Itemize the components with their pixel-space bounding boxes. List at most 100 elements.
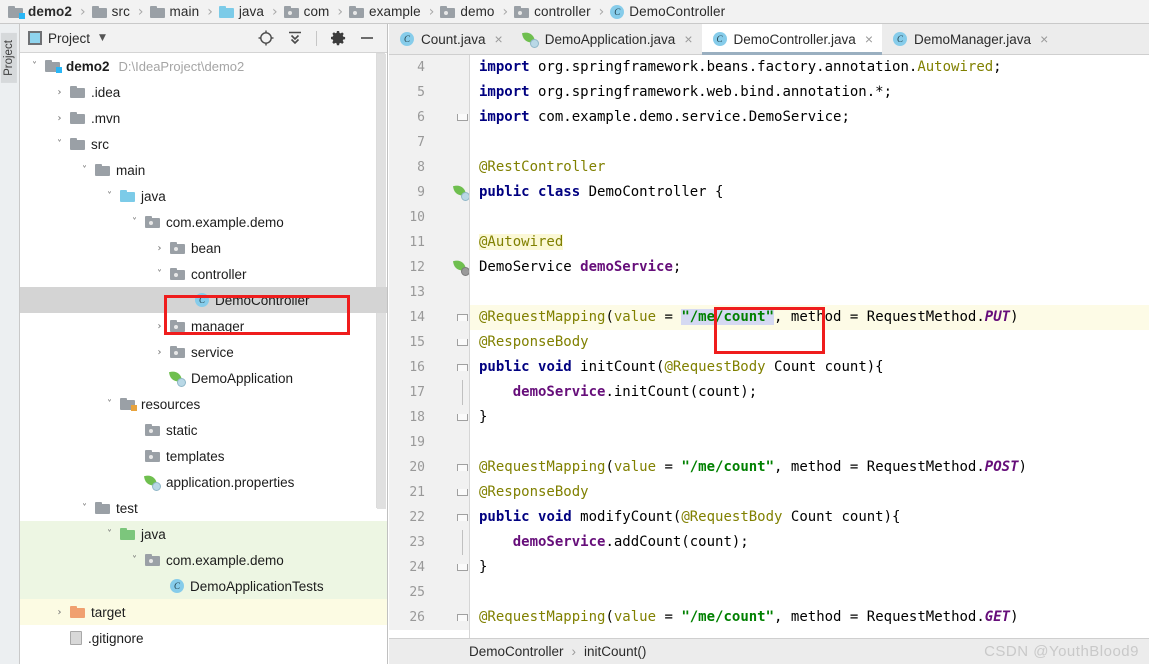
tree-item-resources[interactable]: ˅ resources	[20, 391, 387, 417]
chevron-down-icon[interactable]: ˅	[78, 503, 91, 514]
breadcrumb-item-main[interactable]: main	[149, 0, 200, 24]
code-line: 19	[389, 430, 1149, 455]
tree-item-com-example-demo[interactable]: ˅ com.example.demo	[20, 209, 387, 235]
java-class-icon: C	[195, 293, 209, 307]
code-fold-icon[interactable]	[457, 364, 468, 371]
collapse-all-icon[interactable]	[287, 30, 303, 46]
chevron-right-icon[interactable]: ›	[153, 347, 166, 358]
tree-item-main[interactable]: ˅ main	[20, 157, 387, 183]
code-line-text: import com.example.demo.service.DemoServ…	[469, 105, 850, 130]
breadcrumb-item-democontroller[interactable]: C DemoController	[610, 0, 725, 24]
code-editor[interactable]: 4 import org.springframework.beans.factor…	[389, 55, 1149, 638]
editor-tab-demoapplication-java[interactable]: DemoApplication.java ×	[512, 24, 702, 54]
code-fold-icon[interactable]	[457, 339, 468, 346]
tree-item-java[interactable]: ˅ java	[20, 521, 387, 547]
locate-icon[interactable]	[258, 30, 274, 46]
code-fold-icon[interactable]	[457, 614, 468, 621]
tree-item-com-example-demo[interactable]: ˅ com.example.demo	[20, 547, 387, 573]
close-icon[interactable]: ×	[684, 32, 692, 46]
breadcrumb-item-com[interactable]: com	[283, 0, 330, 24]
line-number: 7	[389, 130, 433, 155]
tree-item-bean[interactable]: › bean	[20, 235, 387, 261]
line-number: 10	[389, 205, 433, 230]
tree-item-static[interactable]: static	[20, 417, 387, 443]
chevron-down-icon[interactable]: ˅	[128, 217, 141, 228]
code-fold-icon[interactable]	[457, 514, 468, 521]
breadcrumb-item-controller[interactable]: controller	[514, 0, 591, 24]
tree-item-application-properties[interactable]: application.properties	[20, 469, 387, 495]
chevron-down-icon[interactable]: ˅	[78, 165, 91, 176]
chevron-down-icon[interactable]: ˅	[103, 529, 116, 540]
code-token: method	[790, 459, 842, 475]
tree-item-controller[interactable]: ˅ controller	[20, 261, 387, 287]
hide-icon[interactable]	[359, 30, 375, 46]
spring-autowire-gutter-icon[interactable]	[452, 258, 470, 276]
code-line-text: @RestController	[469, 155, 605, 180]
source-folder-icon	[120, 190, 135, 202]
tree-item-test[interactable]: ˅ test	[20, 495, 387, 521]
code-fold-icon[interactable]	[457, 414, 468, 421]
code-token: value	[613, 309, 657, 325]
gutter-icons	[433, 280, 469, 305]
chevron-down-icon[interactable]: ▼	[99, 33, 106, 43]
code-fold-icon[interactable]	[457, 489, 468, 496]
breadcrumb-item-example[interactable]: example	[349, 0, 421, 24]
breadcrumb-item-java[interactable]: java	[218, 0, 264, 24]
editor-tab-count-java[interactable]: C Count.java ×	[389, 24, 512, 54]
close-icon[interactable]: ×	[865, 32, 873, 46]
chevron-down-icon[interactable]: ˅	[153, 269, 166, 280]
chevron-down-icon[interactable]: ˅	[28, 61, 41, 72]
close-icon[interactable]: ×	[1040, 32, 1048, 46]
tree-item-manager[interactable]: › manager	[20, 313, 387, 339]
chevron-down-icon[interactable]: ˅	[53, 139, 66, 150]
line-number: 23	[389, 530, 433, 555]
spring-bean-gutter-icon[interactable]	[452, 183, 470, 201]
intention-bulb-icon[interactable]	[455, 283, 468, 300]
package-icon	[145, 216, 160, 228]
editor-tab-democontroller-java[interactable]: C DemoController.java ×	[701, 24, 882, 55]
tree-item-demoapplication[interactable]: DemoApplication	[20, 365, 387, 391]
close-icon[interactable]: ×	[495, 32, 503, 46]
breadcrumb-item-src[interactable]: src	[91, 0, 130, 24]
tree-item-java[interactable]: ˅ java	[20, 183, 387, 209]
breadcrumb-method[interactable]: initCount()	[584, 644, 646, 659]
chevron-down-icon[interactable]: ˅	[103, 191, 116, 202]
code-line: 8 @RestController	[389, 155, 1149, 180]
project-tree[interactable]: ˅ demo2 D:\IdeaProject\demo2 › .idea › .mvn ˅ sr…	[20, 53, 387, 663]
code-token: POST	[984, 459, 1019, 475]
code-line: 9 public class DemoController {	[389, 180, 1149, 205]
chevron-right-icon[interactable]: ›	[153, 321, 166, 332]
tree-item-templates[interactable]: templates	[20, 443, 387, 469]
code-token: import	[479, 84, 530, 100]
tree-item-service[interactable]: › service	[20, 339, 387, 365]
code-fold-icon[interactable]	[457, 314, 468, 321]
line-number: 9	[389, 180, 433, 205]
breadcrumb-class[interactable]: DemoController	[469, 644, 564, 659]
code-fold-icon[interactable]	[457, 564, 468, 571]
tree-item--idea[interactable]: › .idea	[20, 79, 387, 105]
chevron-right-icon[interactable]: ›	[53, 87, 66, 98]
tree-item-label: service	[191, 344, 234, 360]
chevron-down-icon[interactable]: ˅	[128, 555, 141, 566]
code-token: ,	[774, 309, 791, 325]
tree-item-democontroller[interactable]: C DemoController	[20, 287, 387, 313]
code-fold-icon[interactable]	[457, 114, 468, 121]
breadcrumb-item-demo2[interactable]: demo2	[8, 0, 72, 24]
folder-icon	[95, 164, 110, 176]
tree-item--mvn[interactable]: › .mvn	[20, 105, 387, 131]
chevron-right-icon[interactable]: ›	[153, 243, 166, 254]
project-tool-button[interactable]: Project	[0, 33, 17, 83]
tree-item-target[interactable]: › target	[20, 599, 387, 625]
tree-item-demoapplicationtests[interactable]: C DemoApplicationTests	[20, 573, 387, 599]
chevron-right-icon[interactable]: ›	[53, 607, 66, 618]
line-number: 24	[389, 555, 433, 580]
chevron-down-icon[interactable]: ˅	[103, 399, 116, 410]
breadcrumb-item-demo[interactable]: demo	[440, 0, 494, 24]
chevron-right-icon[interactable]: ›	[53, 113, 66, 124]
tree-item--gitignore[interactable]: .gitignore	[20, 625, 387, 651]
gear-icon[interactable]	[330, 30, 346, 46]
editor-tab-demomanager-java[interactable]: C DemoManager.java ×	[882, 24, 1057, 54]
tree-item-src[interactable]: ˅ src	[20, 131, 387, 157]
tree-item-demo2[interactable]: ˅ demo2 D:\IdeaProject\demo2	[20, 53, 387, 79]
code-fold-icon[interactable]	[457, 464, 468, 471]
